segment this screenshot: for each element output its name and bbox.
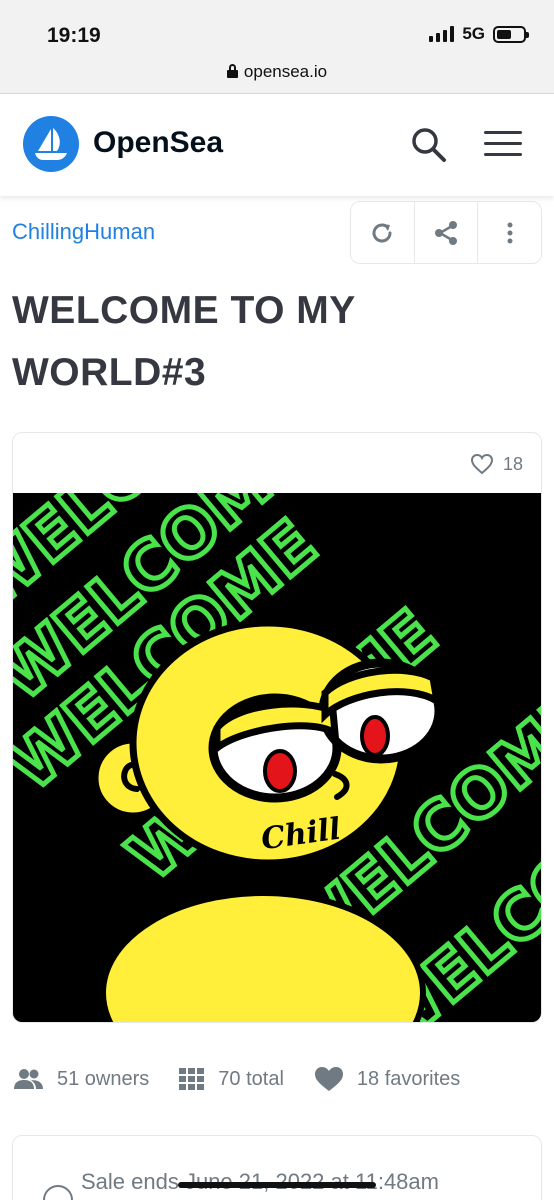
- search-icon[interactable]: [410, 126, 448, 164]
- home-indicator[interactable]: [178, 1182, 376, 1188]
- asset-title: WELCOME TO MY WORLD#3: [12, 289, 356, 394]
- refresh-button[interactable]: [351, 202, 415, 263]
- hamburger-menu-icon[interactable]: [484, 131, 522, 159]
- total-stat: 70 total: [179, 1068, 284, 1091]
- url-text: opensea.io: [243, 62, 328, 81]
- asset-action-group: [350, 201, 542, 264]
- favorites-stat: 18 favorites: [314, 1066, 460, 1092]
- owners-count: 51 owners: [57, 1067, 150, 1090]
- status-indicators: 5G: [429, 24, 529, 44]
- clock-icon: [43, 1185, 73, 1200]
- asset-artwork[interactable]: WELCOME WELCOME WELCOME WELCOME WELCOME …: [13, 493, 541, 1022]
- grid-icon: [179, 1068, 205, 1090]
- more-options-button[interactable]: [478, 202, 541, 263]
- owners-stat[interactable]: 51 owners: [12, 1068, 149, 1091]
- favorite-button[interactable]: 18: [470, 453, 523, 475]
- lock-icon: [226, 64, 238, 78]
- asset-stats: 51 owners 70 total 18 favorites: [12, 1066, 490, 1092]
- favorite-count: 18: [502, 453, 523, 474]
- people-icon: [14, 1069, 43, 1089]
- network-type: 5G: [462, 24, 485, 43]
- refresh-icon: [372, 223, 392, 242]
- sale-card: Sale ends June 21, 2022 at 11:48am: [12, 1135, 542, 1200]
- battery-icon: [493, 25, 529, 43]
- brand-name[interactable]: OpenSea: [93, 126, 223, 160]
- status-time: 19:19: [47, 24, 101, 47]
- more-vertical-icon: [507, 222, 513, 243]
- share-icon: [435, 220, 457, 245]
- heart-outline-icon: [470, 453, 493, 475]
- collection-link[interactable]: ChillingHuman: [12, 219, 155, 245]
- signal-icon: [429, 26, 455, 42]
- opensea-boat-icon[interactable]: [23, 116, 79, 172]
- card-header: 18: [13, 433, 541, 493]
- asset-media-card: 18 WELCOME WELCOME WELCOME WELCOME WELCO…: [12, 432, 542, 1023]
- heart-filled-icon: [314, 1067, 343, 1091]
- site-header: OpenSea: [0, 95, 554, 196]
- status-bar: 19:19 5G: [0, 0, 554, 56]
- favorites-count: 18 favorites: [356, 1067, 461, 1090]
- share-button[interactable]: [415, 202, 479, 263]
- address-bar[interactable]: opensea.io: [0, 56, 554, 94]
- total-count: 70 total: [218, 1067, 284, 1090]
